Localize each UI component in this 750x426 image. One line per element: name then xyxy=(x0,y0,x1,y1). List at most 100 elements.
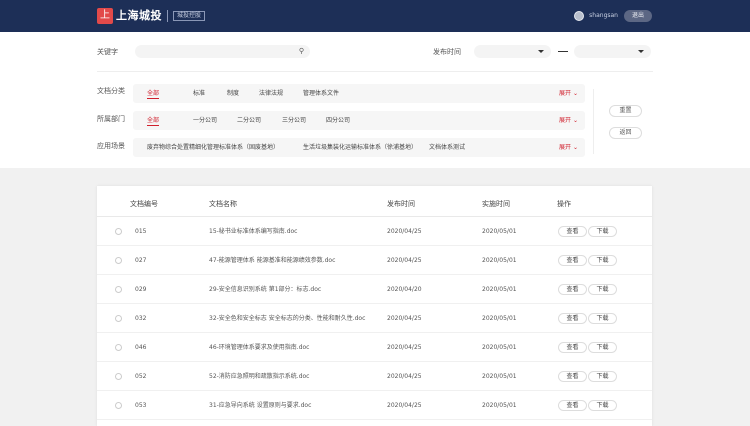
publish-start-date-select[interactable] xyxy=(474,45,551,58)
doc-category-label: 文档分类 xyxy=(97,87,125,95)
row-select-radio[interactable] xyxy=(115,228,122,235)
department-expand[interactable]: 展开 ⌄ xyxy=(559,111,578,130)
department-option-4[interactable]: 四分公司 xyxy=(326,111,350,130)
reset-button[interactable]: 重置 xyxy=(609,105,642,117)
view-button[interactable]: 查看 xyxy=(558,313,587,324)
col-header-name: 文档名称 xyxy=(209,200,237,208)
doc-category-option-mgmt-docs[interactable]: 管理体系文件 xyxy=(303,84,339,103)
scene-expand[interactable]: 展开 ⌄ xyxy=(559,138,578,157)
download-button[interactable]: 下载 xyxy=(588,226,617,237)
cell-doc-name[interactable]: 47-能源管理体系 能源基准和能源绩效参数.doc xyxy=(209,246,335,275)
table-row[interactable]: 052 52-消防应急照明和疏散指示系统.doc 2020/04/25 2020/05… xyxy=(97,362,652,391)
col-header-actions: 操作 xyxy=(557,200,571,208)
cell-doc-code: 029 xyxy=(135,286,147,293)
logout-button[interactable]: 退出 xyxy=(623,10,652,22)
cell-doc-name[interactable]: 31-应急导向系统 设置原则与要求.doc xyxy=(209,391,311,420)
cell-doc-name[interactable]: 52-消防应急照明和疏散指示系统.doc xyxy=(209,362,310,391)
cell-doc-code: 053 xyxy=(135,402,147,409)
department-option-all[interactable]: 全部 xyxy=(147,111,160,130)
cell-publish-date: 2020/04/25 xyxy=(387,373,422,380)
row-select-radio[interactable] xyxy=(115,286,122,293)
doc-category-option-law[interactable]: 法律法规 xyxy=(259,84,283,103)
keyword-label: 关键字 xyxy=(97,48,118,56)
scene-option-3[interactable]: 文档体系测试 xyxy=(429,138,465,157)
filter-actions: 重置 返回 xyxy=(593,89,653,154)
department-option-1[interactable]: 一分公司 xyxy=(193,111,217,130)
table-row[interactable]: 053 31-应急导向系统 设置原则与要求.doc 2020/04/25 2020/0… xyxy=(97,391,652,420)
col-header-publish: 发布时间 xyxy=(387,200,415,208)
cell-doc-code: 046 xyxy=(135,344,147,351)
table-row[interactable]: 032 32-安全色和安全标志 安全标志的分类、性能和耐久性.doc 2020/04… xyxy=(97,304,652,333)
cell-publish-date: 2020/04/25 xyxy=(387,315,422,322)
username: shangsan xyxy=(589,12,618,19)
logo-subtitle: 城投控股 xyxy=(173,11,206,21)
department-option-2[interactable]: 二分公司 xyxy=(237,111,261,130)
chevron-down-icon: ⌄ xyxy=(572,144,578,151)
download-button[interactable]: 下载 xyxy=(588,400,617,411)
expand-label: 展开 xyxy=(559,90,572,97)
doc-category-option-all[interactable]: 全部 xyxy=(147,84,160,103)
col-header-code: 文档编号 xyxy=(130,200,158,208)
back-button[interactable]: 返回 xyxy=(609,127,642,139)
doc-category-row: 全部 标准 制度 法律法规 管理体系文件 展开 ⌄ xyxy=(133,84,585,103)
view-button[interactable]: 查看 xyxy=(558,400,587,411)
row-select-radio[interactable] xyxy=(115,373,122,380)
download-button[interactable]: 下载 xyxy=(588,371,617,382)
caret-down-icon xyxy=(638,50,644,53)
cell-publish-date: 2020/04/25 xyxy=(387,344,422,351)
publish-time-label: 发布时间 xyxy=(433,48,461,56)
cell-implement-date: 2020/05/01 xyxy=(482,402,517,409)
cell-doc-name[interactable]: 46-环境管理体系要求及使用指南.doc xyxy=(209,333,310,362)
cell-doc-code: 052 xyxy=(135,373,147,380)
cell-implement-date: 2020/05/01 xyxy=(482,315,517,322)
cell-doc-code: 032 xyxy=(135,315,147,322)
keyword-search-input[interactable]: ⚲ xyxy=(135,45,310,58)
expand-label: 展开 xyxy=(559,117,572,124)
view-button[interactable]: 查看 xyxy=(558,255,587,266)
table-row[interactable]: 027 47-能源管理体系 能源基准和能源绩效参数.doc 2020/04/25 20… xyxy=(97,246,652,275)
cell-doc-name[interactable]: 29-安全信息识别系统 第1部分：标志.doc xyxy=(209,275,321,304)
company-logo[interactable]: 上 上海城投 城投控股 xyxy=(97,8,206,24)
department-option-3[interactable]: 三分公司 xyxy=(282,111,306,130)
logo-divider xyxy=(167,10,168,22)
cell-doc-code: 015 xyxy=(135,228,147,235)
download-button[interactable]: 下载 xyxy=(588,342,617,353)
scene-option-2[interactable]: 生活垃圾集装化运输标准体系（徐浦基地） xyxy=(303,138,417,157)
doc-category-option-standard[interactable]: 标准 xyxy=(193,84,205,103)
table-row[interactable]: 046 46-环境管理体系要求及使用指南.doc 2020/04/25 2020/05… xyxy=(97,333,652,362)
cell-doc-name[interactable]: 15-秘书业标准体系编写指南.doc xyxy=(209,217,298,246)
publish-end-date-select[interactable] xyxy=(574,45,651,58)
row-select-radio[interactable] xyxy=(115,344,122,351)
chevron-down-icon: ⌄ xyxy=(572,90,578,97)
cell-implement-date: 2020/05/01 xyxy=(482,257,517,264)
cell-implement-date: 2020/05/01 xyxy=(482,228,517,235)
view-button[interactable]: 查看 xyxy=(558,226,587,237)
caret-down-icon xyxy=(538,50,544,53)
table-row[interactable]: 015 15-秘书业标准体系编写指南.doc 2020/04/25 2020/05/0… xyxy=(97,217,652,246)
row-select-radio[interactable] xyxy=(115,257,122,264)
scene-option-1[interactable]: 废弃物综合处置精细化管理标准体系（固废基地） xyxy=(147,138,279,157)
date-range-dash xyxy=(558,51,568,52)
doc-category-option-system[interactable]: 制度 xyxy=(227,84,239,103)
download-button[interactable]: 下载 xyxy=(588,284,617,295)
cell-implement-date: 2020/05/01 xyxy=(482,286,517,293)
department-label: 所属部门 xyxy=(97,115,125,123)
download-button[interactable]: 下载 xyxy=(588,255,617,266)
cell-doc-name[interactable]: 32-安全色和安全标志 安全标志的分类、性能和耐久性.doc xyxy=(209,304,365,333)
view-button[interactable]: 查看 xyxy=(558,284,587,295)
department-row: 全部 一分公司 二分公司 三分公司 四分公司 展开 ⌄ xyxy=(133,111,585,130)
doc-category-expand[interactable]: 展开 ⌄ xyxy=(559,84,578,103)
row-select-radio[interactable] xyxy=(115,315,122,322)
user-area: shangsan 退出 xyxy=(574,10,652,22)
cell-publish-date: 2020/04/20 xyxy=(387,286,422,293)
view-button[interactable]: 查看 xyxy=(558,371,587,382)
top-navbar: 上 上海城投 城投控股 shangsan 退出 xyxy=(0,0,750,32)
view-button[interactable]: 查看 xyxy=(558,342,587,353)
scene-row: 废弃物综合处置精细化管理标准体系（固废基地） 生活垃圾集装化运输标准体系（徐浦基… xyxy=(133,138,585,157)
download-button[interactable]: 下载 xyxy=(588,313,617,324)
table-row[interactable]: 029 29-安全信息识别系统 第1部分：标志.doc 2020/04/20 2020… xyxy=(97,275,652,304)
cell-publish-date: 2020/04/25 xyxy=(387,257,422,264)
row-select-radio[interactable] xyxy=(115,402,122,409)
search-icon[interactable]: ⚲ xyxy=(299,45,304,58)
avatar[interactable] xyxy=(574,11,585,21)
